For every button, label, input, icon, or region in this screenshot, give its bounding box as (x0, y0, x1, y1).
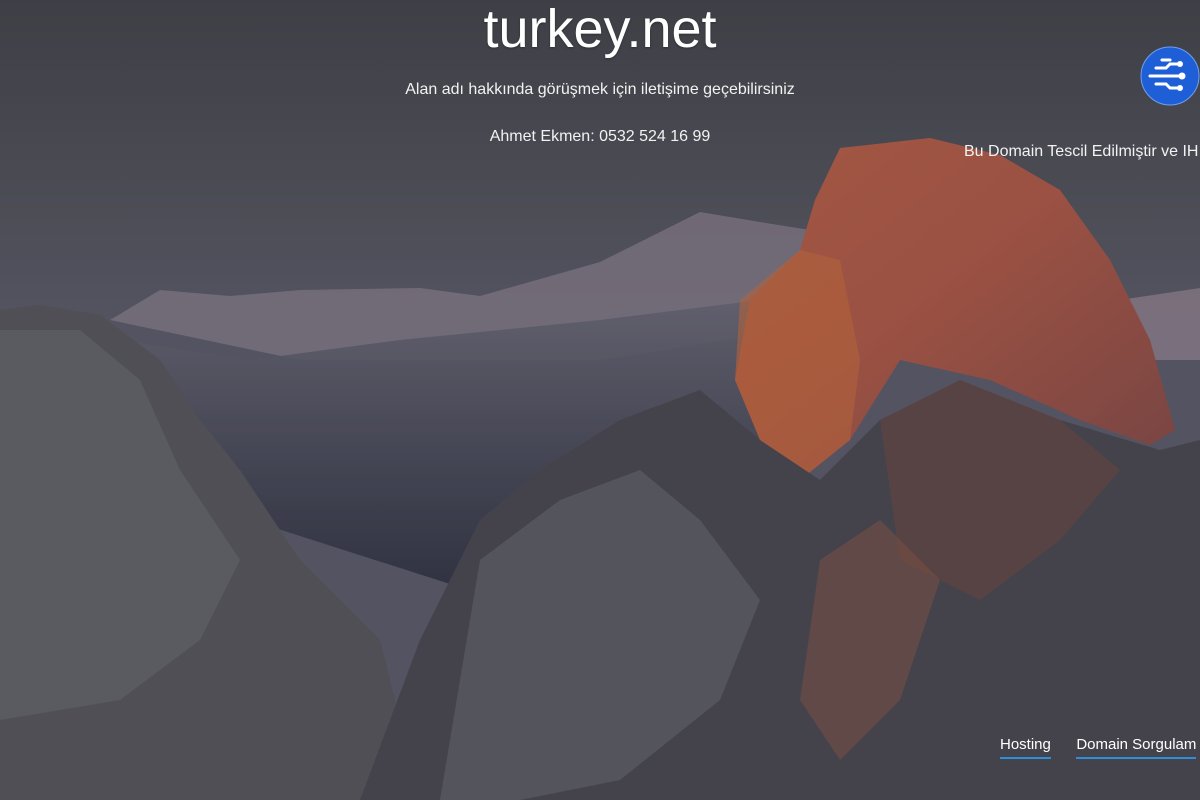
domain-query-link[interactable]: Domain Sorgulam (1076, 736, 1197, 759)
mountain-background-image (0, 0, 1200, 800)
hosting-link[interactable]: Hosting (1000, 736, 1051, 759)
parking-page: turkey.net Alan adı hakkında görüşmek iç… (0, 0, 1200, 800)
circuit-globe-icon[interactable] (1140, 46, 1200, 106)
contact-prompt-text: Alan adı hakkında görüşmek için iletişim… (405, 81, 795, 98)
footer-links: Hosting Domain Sorgulam (1000, 736, 1200, 759)
domain-title: turkey.net (483, 0, 717, 59)
registration-notice: Bu Domain Tescil Edilmiştir ve IH (964, 143, 1199, 160)
